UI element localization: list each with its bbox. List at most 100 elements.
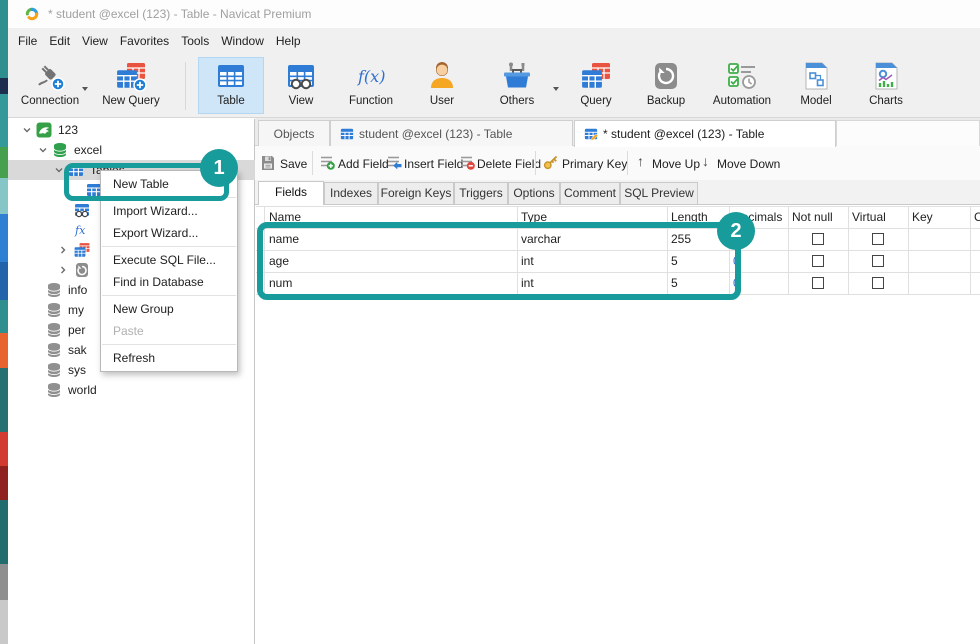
cell-name[interactable]: age [269,254,289,268]
tab-foreign-keys[interactable]: Foreign Keys [378,182,454,204]
virtual-checkbox[interactable] [872,255,884,267]
chevron-down-icon[interactable] [22,125,32,135]
chevron-down-icon[interactable] [54,165,64,175]
menu-item-execute-sql-file[interactable]: Execute SQL File... [101,249,237,271]
menu-separator [102,344,236,345]
column-header-key[interactable]: Key [912,210,933,224]
cell-type[interactable]: int [521,276,534,290]
not-null-checkbox[interactable] [812,277,824,289]
tab-options[interactable]: Options [508,182,560,204]
connection-dropdown-icon[interactable] [82,87,88,91]
menu-help[interactable]: Help [270,28,307,54]
menu-file[interactable]: File [12,28,43,54]
database-green-icon [52,142,68,158]
chevron-down-icon[interactable] [38,145,48,155]
automation-label: Automation [703,95,781,107]
new-query-icon [115,60,147,92]
tree-label: sak [68,343,87,357]
cell-decimals[interactable]: 0 [733,276,740,290]
tree-item-connection-123[interactable]: 123 [8,120,255,140]
cell-name[interactable]: num [269,276,292,290]
insert-field-icon[interactable] [386,154,402,170]
add-field-icon[interactable] [319,154,335,170]
tab-sql-preview[interactable]: SQL Preview [620,182,698,204]
menu-edit[interactable]: Edit [43,28,76,54]
cell-length[interactable]: 5 [671,254,678,268]
cell-decimals[interactable]: 0 [733,254,740,268]
menu-favorites[interactable]: Favorites [114,28,175,54]
primary-key-icon[interactable] [543,154,559,170]
insert-field-button[interactable]: Insert Field [404,157,463,171]
menu-item-export-wizard[interactable]: Export Wizard... [101,222,237,244]
menu-item-find-in-database[interactable]: Find in Database [101,271,237,293]
new-query-label: New Query [91,95,171,107]
cell-type[interactable]: varchar [521,232,561,246]
chevron-right-icon[interactable] [58,245,68,255]
move-down-icon[interactable]: ↓ [702,153,709,169]
fields-grid: Name Type Length Decimals Not null Virtu… [256,205,980,644]
menu-item-refresh[interactable]: Refresh [101,347,237,369]
not-null-checkbox[interactable] [812,255,824,267]
function-button[interactable]: Function [336,57,406,114]
mysql-connection-icon [36,122,52,138]
view-button[interactable]: View [272,57,330,114]
cell-length[interactable]: 5 [671,276,678,290]
annotation-step-1: 1 [200,149,238,187]
connection-label: Connection [15,95,85,107]
save-icon[interactable] [260,154,276,170]
move-up-icon[interactable]: ↑ [637,153,644,169]
user-button[interactable]: User [412,57,472,114]
column-header-name[interactable]: Name [269,210,301,224]
table-icon [215,60,247,92]
database-gray-icon [46,302,62,318]
tab-fields[interactable]: Fields [258,181,324,205]
primary-key-button[interactable]: Primary Key [562,157,627,171]
menu-view[interactable]: View [76,28,114,54]
menu-separator [102,197,236,198]
menu-tools[interactable]: Tools [175,28,215,54]
tree-item-database-world[interactable]: world [8,380,255,400]
others-dropdown-icon[interactable] [553,87,559,91]
delete-field-button[interactable]: Delete Field [477,157,541,171]
tab-student-table-edit[interactable]: * student @excel (123) - Table [574,120,836,147]
model-button[interactable]: Model [788,57,844,114]
column-header-not-null[interactable]: Not null [792,210,833,224]
virtual-checkbox[interactable] [872,277,884,289]
save-button[interactable]: Save [280,157,307,171]
cell-length[interactable]: 255 [671,232,691,246]
delete-field-icon[interactable] [459,154,475,170]
not-null-checkbox[interactable] [812,233,824,245]
virtual-checkbox[interactable] [872,233,884,245]
tab-student-table[interactable]: student @excel (123) - Table [330,120,573,146]
menu-item-import-wizard[interactable]: Import Wizard... [101,200,237,222]
query-button[interactable]: Query [564,57,628,114]
tab-triggers[interactable]: Triggers [454,182,508,204]
menu-window[interactable]: Window [215,28,270,54]
column-header-type[interactable]: Type [521,210,547,224]
user-icon [426,60,458,92]
move-down-button[interactable]: Move Down [717,157,780,171]
add-field-button[interactable]: Add Field [338,157,389,171]
move-up-button[interactable]: Move Up [652,157,700,171]
new-query-button[interactable]: New Query [90,57,172,114]
automation-button[interactable]: Automation [702,57,782,114]
table-button[interactable]: Table [198,57,264,114]
backup-button[interactable]: Backup [634,57,698,114]
cell-type[interactable]: int [521,254,534,268]
column-header-virtual[interactable]: Virtual [852,210,886,224]
tab-indexes[interactable]: Indexes [324,182,378,204]
tab-objects[interactable]: Objects [258,120,330,146]
column-header-length[interactable]: Length [671,210,708,224]
tab-comment[interactable]: Comment [560,182,620,204]
chevron-right-icon[interactable] [58,265,68,275]
title-bar[interactable]: * student @excel (123) - Table - Navicat… [8,0,980,28]
column-header-comment[interactable]: Comment [974,210,980,224]
connection-button[interactable]: Connection [14,57,86,114]
database-gray-icon [46,342,62,358]
others-button[interactable]: Others [486,57,548,114]
menu-item-new-group[interactable]: New Group [101,298,237,320]
charts-button[interactable]: Charts [854,57,918,114]
cell-name[interactable]: name [269,232,299,246]
tables-folder-icon [68,162,84,178]
navicat-window: * student @excel (123) - Table - Navicat… [0,0,980,644]
